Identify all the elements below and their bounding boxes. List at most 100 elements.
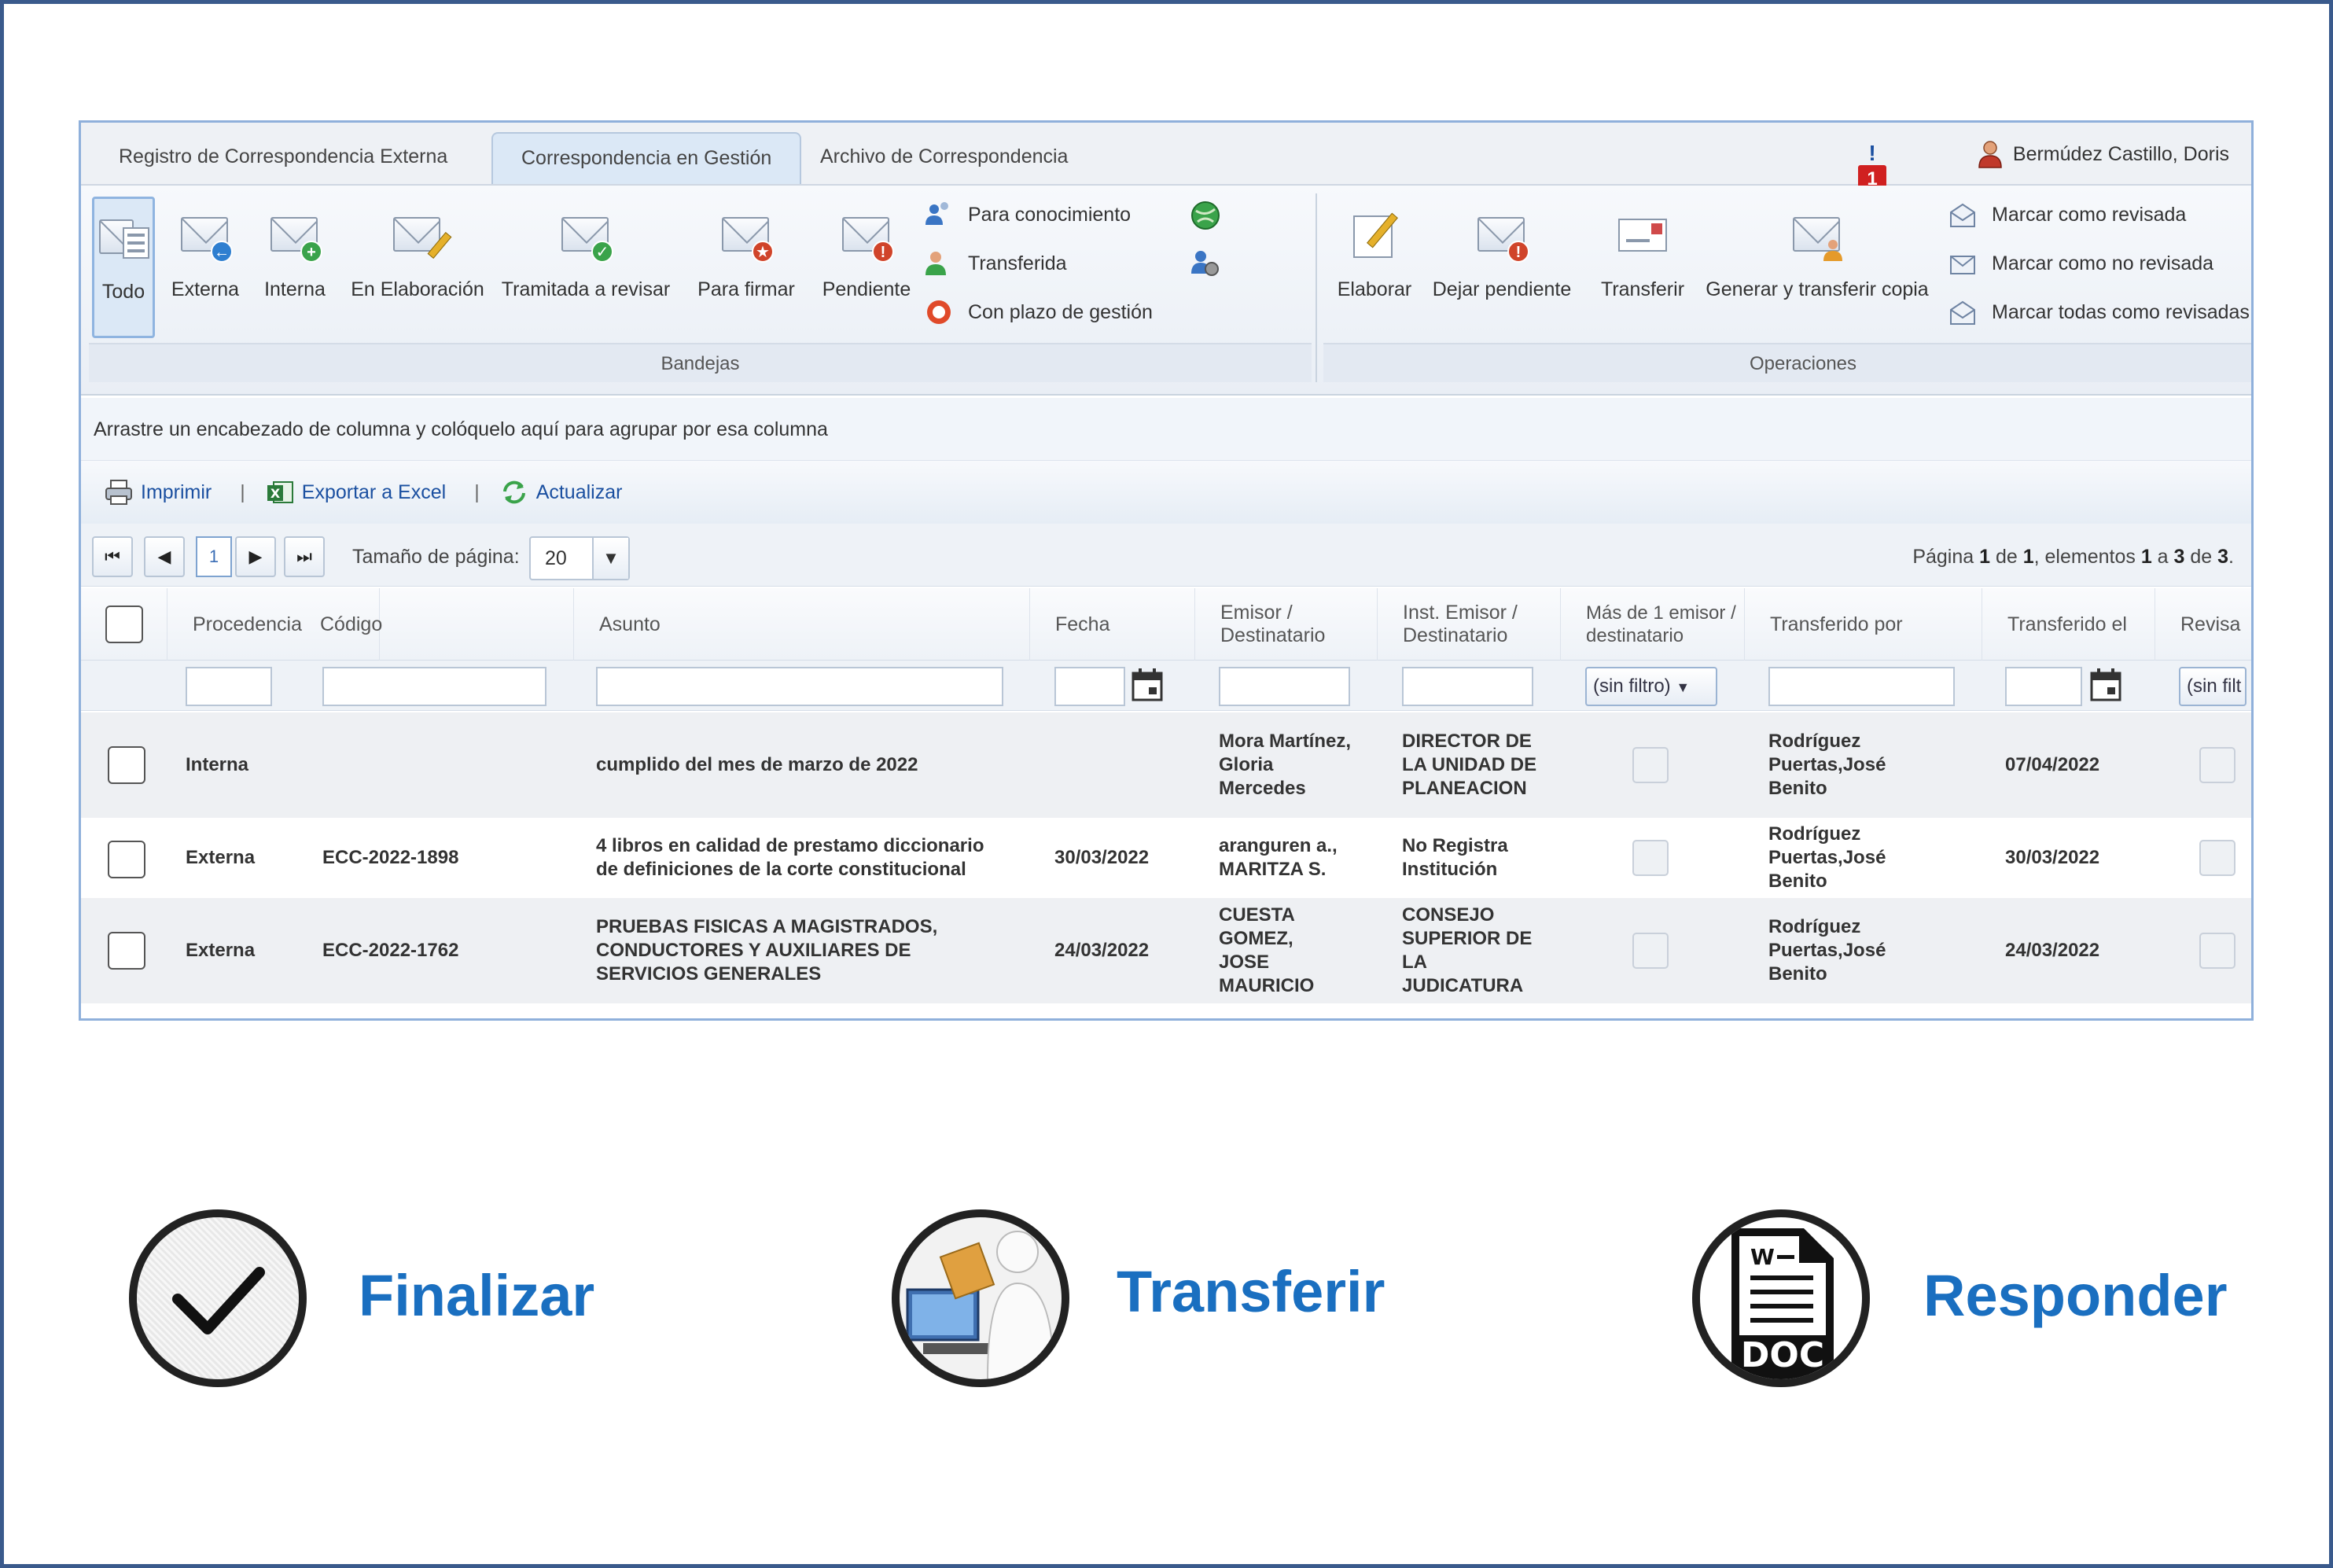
header-inst-emisor[interactable]: Inst. Emisor / Destinatario: [1378, 588, 1561, 661]
grid-envelope-icon: [96, 210, 151, 265]
filter-row: (sin filtro) ▼ (sin filt: [81, 661, 2251, 711]
bandeja-tramitada-label: Tramitada a revisar: [501, 278, 671, 300]
cell-procedencia: Externa: [186, 847, 256, 868]
bandeja-elaboracion-button[interactable]: En Elaboración: [345, 197, 490, 338]
excel-icon: X: [267, 481, 293, 503]
marcar-revisada[interactable]: Marcar como revisada: [1948, 195, 2186, 234]
table-row[interactable]: Interna cumplido del mes de marzo de 202…: [81, 712, 2251, 818]
table-row[interactable]: Externa ECC-2022-1762 PRUEBAS FISICAS A …: [81, 898, 2251, 1003]
first-page-button[interactable]: ⏮: [92, 536, 133, 577]
filter-codigo[interactable]: [322, 667, 546, 706]
bandeja-todo-button[interactable]: Todo: [92, 197, 155, 338]
header-emisor[interactable]: Emisor / Destinatario: [1195, 588, 1378, 661]
bandeja-pendiente-label: Pendiente: [822, 278, 911, 300]
prev-page-button[interactable]: ◀: [144, 536, 185, 577]
document-pencil-icon: [1347, 208, 1402, 263]
header-transferido-el[interactable]: Transferido el: [1982, 588, 2155, 661]
cell-asunto: PRUEBAS FISICAS A MAGISTRADOS, CONDUCTOR…: [596, 916, 938, 985]
group-by-panel[interactable]: Arrastre un encabezado de columna y coló…: [81, 398, 2251, 461]
header-asunto[interactable]: Asunto: [574, 588, 1030, 661]
marcar-todas-revisadas[interactable]: Marcar todas como revisadas: [1948, 293, 2250, 332]
bandeja-interna-label: Interna: [264, 278, 326, 300]
generar-transferir-copia-button[interactable]: Generar y transferir copia: [1699, 197, 1935, 338]
globe-icon[interactable]: [1190, 200, 1221, 231]
cell-asunto: 4 libros en calidad de prestamo dicciona…: [596, 835, 984, 880]
user-menu[interactable]: Bermúdez Castillo, Doris: [1977, 138, 2229, 170]
page-size-value: 20: [545, 547, 567, 569]
filter-transferido-por[interactable]: [1768, 667, 1955, 706]
elaborar-button[interactable]: Elaborar: [1331, 197, 1418, 338]
row-checkbox[interactable]: [108, 841, 145, 878]
filter-fecha[interactable]: [1054, 667, 1125, 706]
app-window: Registro de Correspondencia Externa Corr…: [79, 120, 2254, 1021]
last-page-button[interactable]: ⏭: [284, 536, 325, 577]
print-link[interactable]: Imprimir: [105, 479, 212, 506]
row-checkbox[interactable]: [108, 932, 145, 970]
transferir-button[interactable]: Transferir: [1588, 197, 1698, 338]
refresh-label: Actualizar: [535, 480, 623, 503]
dejar-pendiente-button[interactable]: ! Dejar pendiente: [1427, 197, 1577, 338]
page-number[interactable]: 1: [196, 536, 232, 577]
header-codigo[interactable]: Código: [295, 588, 574, 661]
filter-revisada-select[interactable]: (sin filt: [2179, 667, 2247, 706]
refresh-link[interactable]: Actualizar: [500, 479, 623, 506]
calendar-icon[interactable]: [2088, 667, 2123, 703]
bandeja-externa-button[interactable]: ← Externa: [166, 197, 245, 338]
filter-transferido-el[interactable]: [2005, 667, 2082, 706]
transferida-label: Transferida: [968, 252, 1067, 274]
cell-revisada-checkbox[interactable]: [2199, 933, 2235, 969]
envelope-pencil-icon: [390, 208, 452, 263]
cell-inst-emisor: DIRECTOR DE LA UNIDAD DE PLANEACION: [1402, 731, 1537, 799]
header-revisada[interactable]: Revisa: [2155, 588, 2251, 661]
alert-icon: !: [1868, 141, 1876, 165]
page-size-select[interactable]: 20 ▼: [529, 536, 630, 580]
marcar-no-revisada[interactable]: Marcar como no revisada: [1948, 244, 2213, 283]
cell-mas-emisor-checkbox: [1632, 933, 1669, 969]
bandeja-pendiente-button[interactable]: ! Pendiente: [815, 197, 918, 338]
people-icon: [925, 202, 948, 225]
bandeja-para-conocimiento[interactable]: Para conocimiento: [924, 195, 1131, 234]
filter-asunto[interactable]: [596, 667, 1003, 706]
chevron-down-icon: ▼: [592, 538, 628, 579]
export-excel-link[interactable]: X Exportar a Excel: [266, 479, 446, 506]
table-row[interactable]: Externa ECC-2022-1898 4 libros en calida…: [81, 818, 2251, 898]
transferir-label: Transferir: [1600, 278, 1685, 300]
cell-mas-emisor-checkbox: [1632, 747, 1669, 783]
check-icon: [129, 1209, 307, 1387]
filter-emisor[interactable]: [1219, 667, 1350, 706]
tab-registro-externa[interactable]: Registro de Correspondencia Externa: [90, 132, 476, 184]
bandeja-transferida[interactable]: Transferida: [924, 244, 1067, 283]
calendar-icon[interactable]: [1130, 667, 1165, 703]
bandeja-tramitada-button[interactable]: ✓ Tramitada a revisar: [498, 197, 674, 338]
print-label: Imprimir: [141, 480, 212, 503]
cell-codigo: ECC-2022-1898: [322, 847, 459, 868]
envelope-open-icon: [1950, 203, 1975, 227]
cell-transferido-el: 24/03/2022: [2005, 940, 2100, 961]
group-settings-icon[interactable]: [1190, 247, 1221, 278]
bandeja-con-plazo[interactable]: Con plazo de gestión: [924, 293, 1153, 332]
toolbar-separator: |: [240, 480, 245, 503]
envelope-outgoing-icon: ←: [178, 208, 233, 263]
filter-mas-emisor-select[interactable]: (sin filtro) ▼: [1585, 667, 1717, 706]
header-mas-emisor[interactable]: Más de 1 emisor / destinatario: [1561, 588, 1745, 661]
svg-text:X: X: [270, 486, 281, 501]
bandeja-interna-button[interactable]: + Interna: [256, 197, 334, 338]
tab-correspondencia-gestion[interactable]: Correspondencia en Gestión: [491, 132, 802, 184]
bandeja-para-firmar-button[interactable]: ★ Para firmar: [691, 197, 801, 338]
filter-procedencia[interactable]: [186, 667, 272, 706]
cell-transferido-el: 07/04/2022: [2005, 754, 2100, 775]
envelope-check-icon: ✓: [558, 208, 613, 263]
cell-revisada-checkbox[interactable]: [2199, 747, 2235, 783]
tab-archivo[interactable]: Archivo de Correspondencia: [792, 132, 1096, 184]
select-all-checkbox[interactable]: [105, 605, 143, 643]
page-size-label: Tamaño de página:: [352, 546, 520, 568]
header-transferido-por[interactable]: Transferido por: [1745, 588, 1982, 661]
row-checkbox[interactable]: [108, 746, 145, 784]
cell-transferido-por: Rodríguez Puertas,José Benito: [1768, 731, 1886, 799]
filter-inst-emisor[interactable]: [1402, 667, 1533, 706]
cell-emisor: CUESTA GOMEZ, JOSE MAURICIO: [1219, 904, 1315, 996]
cell-revisada-checkbox[interactable]: [2199, 840, 2235, 876]
marcar-no-revisada-label: Marcar como no revisada: [1992, 252, 2214, 274]
header-fecha[interactable]: Fecha: [1030, 588, 1195, 661]
next-page-button[interactable]: ▶: [235, 536, 276, 577]
